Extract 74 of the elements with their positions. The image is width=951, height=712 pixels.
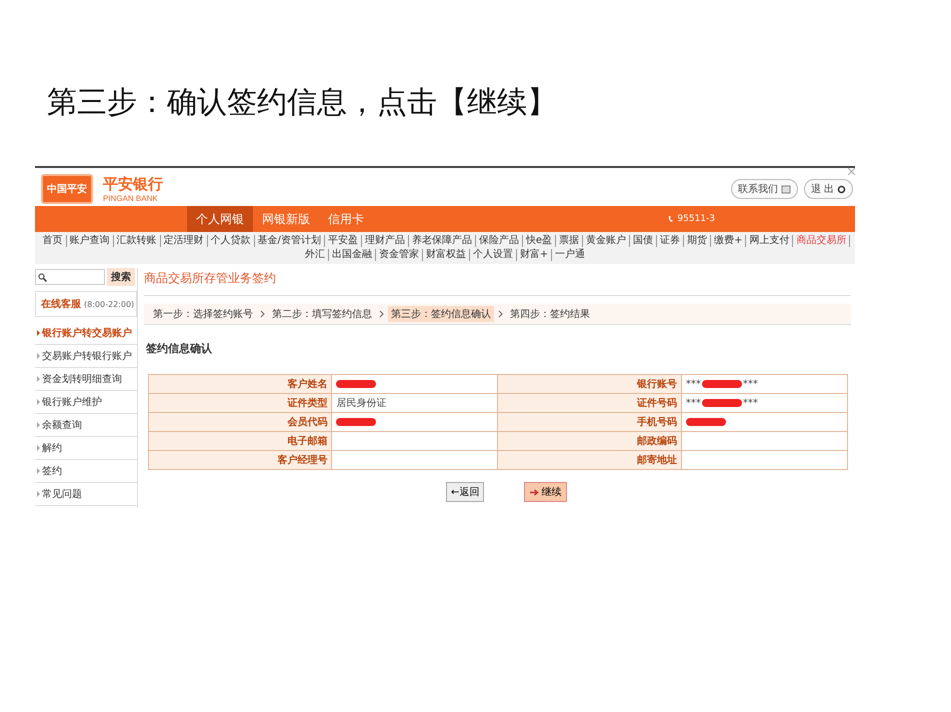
nav-link[interactable]: 快e盈 (522, 235, 556, 247)
sidebar-item[interactable]: 常见问题 (35, 483, 137, 506)
nav-link[interactable]: 保险产品 (476, 235, 523, 247)
section-title: 签约信息确认 (146, 341, 213, 356)
back-button[interactable]: ←返回 (446, 482, 484, 502)
bank-name-english: PINGAN BANK (103, 194, 159, 203)
nav-link[interactable]: 资金管家 (376, 249, 423, 261)
nav-link[interactable]: 网上支付 (746, 235, 794, 247)
field-label: 会员代码 (148, 412, 332, 432)
nav-link[interactable]: 一户通 (552, 249, 588, 261)
field-label: 邮政编码 (498, 432, 682, 450)
logo: 中国平安 (41, 174, 93, 204)
step-label: 第二步：填写签约信息 (271, 308, 373, 322)
field-value: *** *** (681, 394, 848, 412)
phone-icon (668, 215, 674, 223)
search-button[interactable]: 搜索 (107, 268, 135, 286)
bank-name: 平安银行 (103, 175, 163, 194)
nav-link[interactable]: 基金/资管计划 (254, 235, 325, 247)
nav-link[interactable]: 黄金账户 (583, 235, 630, 247)
nav-link[interactable]: 养老保障产品 (408, 235, 476, 247)
main-tab[interactable]: 个人网银 (187, 206, 253, 232)
service-hours: (8:00-22:00) (84, 300, 134, 308)
step-label: 第一步：选择签约账号 (152, 308, 254, 322)
hotline-number: 95511-3 (677, 214, 715, 224)
search-icon (38, 272, 47, 282)
nav-link[interactable]: 外汇 (302, 249, 329, 261)
field-label: 电子邮箱 (148, 432, 332, 450)
step-label: 第三步：签约信息确认 (388, 306, 494, 322)
nav-link[interactable]: 财富+ (516, 249, 552, 261)
chevron-icon (498, 310, 503, 318)
arrow-icon (530, 488, 540, 496)
chevron-icon (379, 310, 384, 318)
nav-link[interactable]: 出国金融 (328, 249, 376, 261)
sidebar-item[interactable]: 资金划转明细查询 (35, 368, 137, 391)
nav-link[interactable]: 个人设置 (470, 249, 517, 261)
page-title: 商品交易所存管业务签约 (144, 268, 851, 296)
field-label: 手机号码 (498, 412, 682, 432)
nav-link[interactable]: 财富权益 (422, 249, 470, 261)
nav-link[interactable]: 票据 (556, 235, 584, 247)
field-value: 居民身份证 (332, 394, 498, 412)
field-label: 证件号码 (498, 394, 682, 412)
sidebar-item[interactable]: 签约 (35, 460, 137, 483)
nav-link[interactable]: 定活理财 (160, 235, 208, 247)
continue-button[interactable]: 继续 (524, 482, 568, 502)
field-label: 客户经理号 (148, 450, 332, 470)
field-label: 银行账号 (498, 374, 682, 394)
close-icon[interactable] (848, 168, 855, 175)
field-label: 证件类型 (148, 394, 332, 412)
field-label: 客户姓名 (148, 374, 332, 394)
logout-button[interactable]: 退 出 (804, 179, 853, 199)
nav-link[interactable]: 期货 (684, 235, 712, 247)
field-label: 邮寄地址 (498, 450, 682, 470)
slide-title: 第三步：确认签约信息，点击【继续】 (46, 84, 558, 122)
online-service-link[interactable]: 在线客服 (41, 297, 81, 311)
sidebar-item[interactable]: 银行账户转交易账户 (35, 322, 137, 345)
nav-link[interactable]: 国债 (630, 235, 658, 247)
sidebar-item[interactable]: 交易账户转银行账户 (35, 345, 137, 368)
step-label: 第四步：签约结果 (509, 308, 591, 322)
search-field[interactable] (35, 269, 105, 285)
nav-link[interactable]: 缴费+ (711, 235, 746, 247)
contact-button[interactable]: 联系我们 (730, 179, 798, 199)
nav-link[interactable]: 理财产品 (362, 235, 409, 247)
sidebar-item[interactable]: 银行账户维护 (35, 391, 137, 414)
nav-link[interactable]: 账户查询 (66, 235, 114, 247)
nav-link[interactable]: 首页 (40, 235, 67, 247)
sidebar-item[interactable]: 余额查询 (35, 414, 137, 437)
sidebar-item[interactable]: 解约 (35, 437, 137, 460)
chevron-icon (260, 310, 265, 318)
nav-link[interactable]: 证券 (657, 235, 684, 247)
nav-link[interactable]: 商品交易所 (793, 235, 850, 247)
nav-link[interactable]: 平安盈 (324, 235, 362, 247)
nav-link[interactable]: 汇款转账 (114, 235, 161, 247)
nav-link[interactable]: 个人贷款 (208, 235, 255, 247)
field-value: *** *** (681, 374, 848, 394)
